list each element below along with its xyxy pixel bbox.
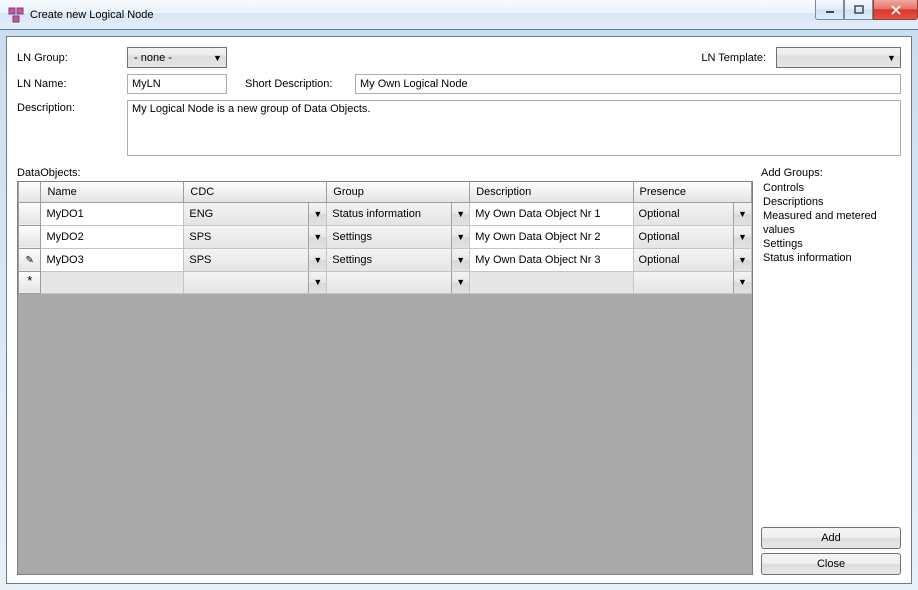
data-objects-grid: Name CDC Group Description Presence MyDO… xyxy=(17,181,753,575)
ln-template-dropdown[interactable]: ▼ xyxy=(776,47,901,68)
chevron-down-icon: ▼ xyxy=(309,203,326,225)
ln-template-label: LN Template: xyxy=(701,52,766,64)
dialog-body: LN Group: - none - ▼ LN Template: ▼ LN N… xyxy=(6,36,912,584)
ln-group-label: LN Group: xyxy=(17,52,127,64)
cell-description[interactable]: My Own Data Object Nr 3 xyxy=(470,249,632,271)
cell-cdc[interactable]: SPS▼ xyxy=(184,249,326,271)
chevron-down-icon: ▼ xyxy=(734,272,751,293)
cell-name[interactable] xyxy=(41,272,183,293)
chevron-down-icon: ▼ xyxy=(885,53,898,63)
add-groups-list[interactable]: Controls Descriptions Measured and meter… xyxy=(761,181,901,523)
add-groups-label: Add Groups: xyxy=(761,167,901,179)
cell-group[interactable]: ▼ xyxy=(327,272,469,293)
cell-presence[interactable]: ▼ xyxy=(634,272,751,293)
cell-name[interactable]: MyDO3 xyxy=(41,249,183,271)
close-button[interactable]: Close xyxy=(761,553,901,575)
close-icon xyxy=(890,5,902,15)
app-icon xyxy=(8,7,24,23)
cell-presence[interactable]: Optional▼ xyxy=(634,249,751,271)
cell-presence[interactable]: Optional▼ xyxy=(634,226,751,248)
minimize-icon xyxy=(825,5,835,15)
cell-presence[interactable]: Optional▼ xyxy=(634,203,751,225)
edit-icon: ✎ xyxy=(26,255,34,266)
row-selector[interactable] xyxy=(19,225,41,248)
cell-cdc[interactable]: ENG▼ xyxy=(184,203,326,225)
chevron-down-icon: ▼ xyxy=(452,226,469,248)
row-selector[interactable] xyxy=(19,202,41,225)
cell-group[interactable]: Settings▼ xyxy=(327,226,469,248)
close-window-button[interactable] xyxy=(873,0,918,20)
grid-header-row: Name CDC Group Description Presence xyxy=(19,182,752,202)
cell-cdc[interactable]: ▼ xyxy=(184,272,326,293)
cell-description[interactable] xyxy=(470,280,632,284)
table-row: MyDO1 ENG▼ Status information▼ My Own Da… xyxy=(19,202,752,225)
description-textarea[interactable] xyxy=(127,100,901,156)
window-title: Create new Logical Node xyxy=(30,9,154,21)
ln-group-dropdown[interactable]: - none - ▼ xyxy=(127,47,227,68)
col-description[interactable]: Description xyxy=(470,182,633,202)
chevron-down-icon: ▼ xyxy=(452,203,469,225)
list-item[interactable]: Controls xyxy=(761,181,901,195)
col-cdc[interactable]: CDC xyxy=(184,182,327,202)
list-item[interactable]: Status information xyxy=(761,251,901,265)
table-row: ✎ MyDO3 SPS▼ Settings▼ My Own Data Objec… xyxy=(19,248,752,271)
list-item[interactable]: Measured and metered values xyxy=(761,209,901,237)
chevron-down-icon: ▼ xyxy=(309,249,326,271)
col-presence[interactable]: Presence xyxy=(633,182,751,202)
ln-group-value: - none - xyxy=(134,52,211,64)
table-row: MyDO2 SPS▼ Settings▼ My Own Data Object … xyxy=(19,225,752,248)
maximize-icon xyxy=(854,5,864,15)
chevron-down-icon: ▼ xyxy=(309,272,326,293)
chevron-down-icon: ▼ xyxy=(309,226,326,248)
cell-group[interactable]: Settings▼ xyxy=(327,249,469,271)
cell-description[interactable]: My Own Data Object Nr 2 xyxy=(470,226,632,248)
data-objects-label: DataObjects: xyxy=(17,167,753,179)
titlebar: Create new Logical Node xyxy=(0,0,918,30)
description-label: Description: xyxy=(17,100,127,114)
row-selector-new[interactable]: * xyxy=(19,271,41,293)
chevron-down-icon: ▼ xyxy=(734,203,751,225)
minimize-button[interactable] xyxy=(815,0,844,20)
cell-name[interactable]: MyDO2 xyxy=(41,226,183,248)
cell-name[interactable]: MyDO1 xyxy=(41,203,183,225)
col-name[interactable]: Name xyxy=(41,182,184,202)
chevron-down-icon: ▼ xyxy=(211,53,224,63)
ln-name-label: LN Name: xyxy=(17,78,127,90)
col-group[interactable]: Group xyxy=(327,182,470,202)
chevron-down-icon: ▼ xyxy=(734,226,751,248)
row-selector[interactable]: ✎ xyxy=(19,248,41,271)
table-row-new: * ▼ ▼ ▼ xyxy=(19,271,752,293)
chevron-down-icon: ▼ xyxy=(452,272,469,293)
short-desc-label: Short Description: xyxy=(245,78,355,90)
ln-name-input[interactable] xyxy=(127,74,227,94)
cell-description[interactable]: My Own Data Object Nr 1 xyxy=(470,203,632,225)
window-buttons xyxy=(815,0,918,20)
cell-cdc[interactable]: SPS▼ xyxy=(184,226,326,248)
chevron-down-icon: ▼ xyxy=(734,249,751,271)
maximize-button[interactable] xyxy=(844,0,873,20)
add-button[interactable]: Add xyxy=(761,527,901,549)
cell-group[interactable]: Status information▼ xyxy=(327,203,469,225)
new-row-icon: * xyxy=(27,273,32,288)
chevron-down-icon: ▼ xyxy=(452,249,469,271)
list-item[interactable]: Settings xyxy=(761,237,901,251)
list-item[interactable]: Descriptions xyxy=(761,195,901,209)
short-desc-input[interactable] xyxy=(355,74,901,94)
